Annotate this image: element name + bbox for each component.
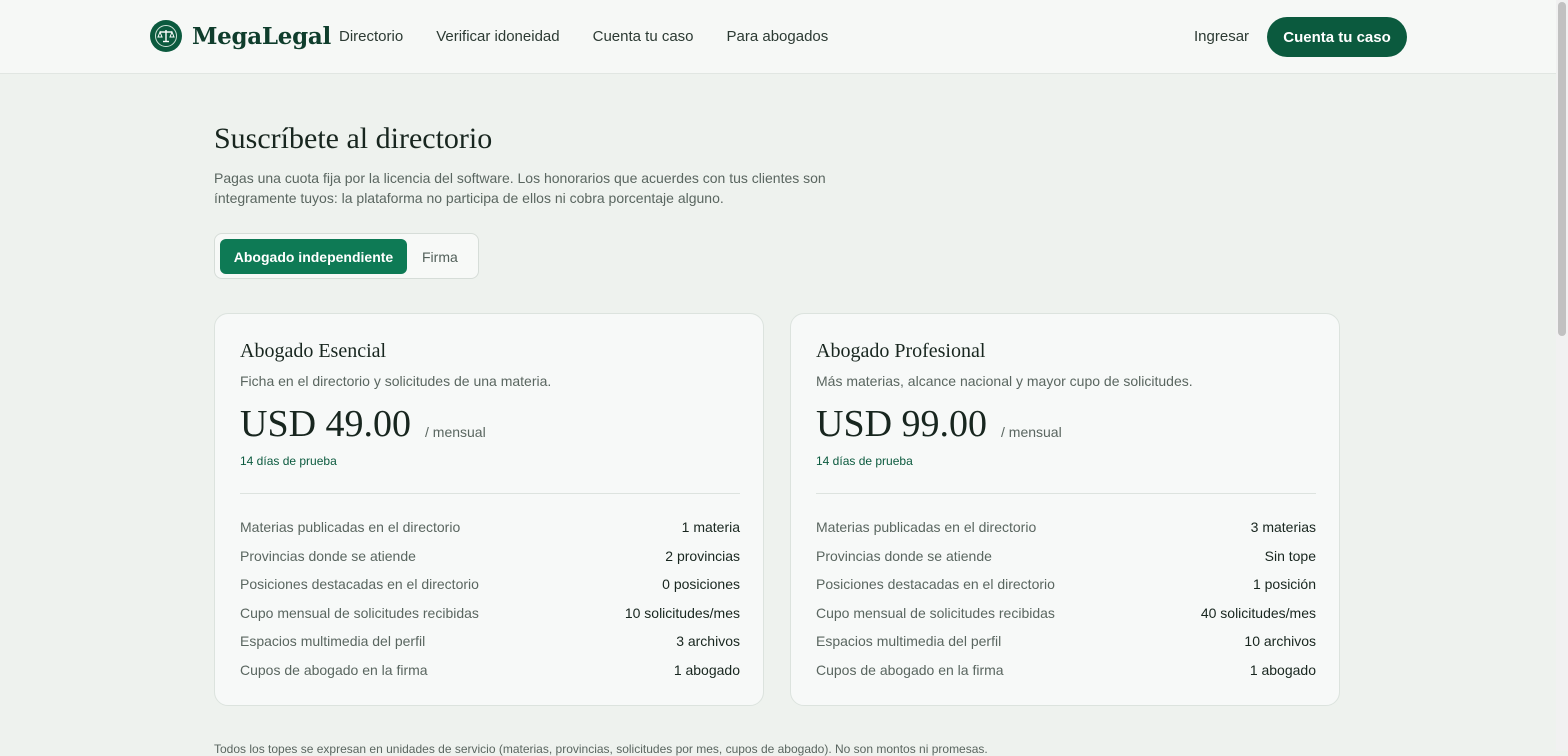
scrollbar[interactable] [1556,0,1568,751]
feature-value: 1 posición [1252,576,1316,593]
feature-label: Posiciones destacadas en el directorio [816,576,1055,593]
feature-label: Materias publicadas en el directorio [240,519,461,535]
plan-period: / mensual [425,424,486,440]
plan-name: Abogado Esencial [240,340,387,362]
feature-label: Provincias donde se atiende [240,547,416,564]
feature-value: 1 abogado [673,661,740,678]
divider [240,493,740,494]
feature-label: Cupos de abogado en la firma [816,661,1004,678]
feature-row: Posiciones destacadas en el directorio 0… [240,576,740,605]
feature-label: Cupo mensual de solicitudes recibidas [816,604,1055,621]
feature-value: 3 archivos [676,633,740,650]
feature-label: Espacios multimedia del perfil [240,633,426,650]
feature-value: 1 abogado [1249,661,1316,678]
scales-of-justice-icon [150,20,182,52]
feature-value: Sin tope [1264,547,1316,564]
plan-price: USD 49.00 [240,403,412,445]
nav-cuenta-tu-caso[interactable]: Cuenta tu caso [593,28,694,45]
feature-row: Materias publicadas en el directorio 3 m… [816,519,1316,548]
feature-row: Posiciones destacadas en el directorio 1… [816,576,1316,605]
plan-trial: 14 días de prueba [240,454,337,468]
plan-description: Más materias, alcance nacional y mayor c… [816,373,1193,389]
plan-price: USD 99.00 [816,403,988,445]
feature-label: Posiciones destacadas en el directorio [240,576,479,593]
toggle-independiente[interactable]: Abogado independiente [220,239,407,274]
feature-row: Cupo mensual de solicitudes recibidas 40… [816,605,1316,634]
feature-value: 3 materias [1250,519,1316,535]
feature-row: Cupos de abogado en la firma 1 abogado [816,662,1316,691]
nav-para-abogados[interactable]: Para abogados [727,28,829,45]
footnote: Todos los topes se expresan en unidades … [214,742,988,756]
main-nav: Directorio Verificar idoneidad Cuenta tu… [339,28,861,45]
toggle-firma[interactable]: Firma [422,239,458,274]
plan-card-profesional: Abogado Profesional Más materias, alcanc… [790,313,1340,706]
feature-value: 1 materia [681,519,740,535]
feature-row: Cupos de abogado en la firma 1 abogado [240,662,740,691]
nav-directorio[interactable]: Directorio [339,28,403,45]
feature-value: 40 solicitudes/mes [1200,604,1316,621]
plan-name: Abogado Profesional [816,340,986,362]
feature-row: Materias publicadas en el directorio 1 m… [240,519,740,548]
feature-row: Provincias donde se atiende 2 provincias [240,548,740,577]
plan-card-esencial: Abogado Esencial Ficha en el directorio … [214,313,764,706]
brand-logo[interactable]: MegaLegal [150,20,331,52]
feature-value: 10 solicitudes/mes [624,604,740,621]
plan-features: Materias publicadas en el directorio 1 m… [240,519,740,691]
scrollbar-thumb[interactable] [1558,2,1566,336]
feature-row: Cupo mensual de solicitudes recibidas 10… [240,605,740,634]
feature-label: Materias publicadas en el directorio [816,519,1037,535]
feature-label: Espacios multimedia del perfil [816,633,1002,650]
feature-value: 0 posiciones [662,576,740,593]
feature-label: Cupo mensual de solicitudes recibidas [240,604,479,621]
brand-name: MegaLegal [192,22,331,50]
feature-row: Espacios multimedia del perfil 10 archiv… [816,633,1316,662]
plan-description: Ficha en el directorio y solicitudes de … [240,373,552,389]
plan-type-toggle: Abogado independiente Firma [214,233,479,279]
feature-row: Provincias donde se atiende Sin tope [816,548,1316,577]
feature-label: Cupos de abogado en la firma [240,661,428,678]
plan-features: Materias publicadas en el directorio 3 m… [816,519,1316,691]
plan-period: / mensual [1001,424,1062,440]
cta-button[interactable]: Cuenta tu caso [1267,17,1407,57]
nav-verificar-idoneidad[interactable]: Verificar idoneidad [436,28,559,45]
feature-value: 2 provincias [665,547,740,564]
feature-row: Espacios multimedia del perfil 3 archivo… [240,633,740,662]
page-title: Suscríbete al directorio [214,122,493,155]
page-lead: Pagas una cuota fija por la licencia del… [214,170,826,206]
top-navbar: MegaLegal Directorio Verificar idoneidad… [0,0,1556,74]
divider [816,493,1316,494]
feature-label: Provincias donde se atiende [816,547,992,564]
login-link[interactable]: Ingresar [1194,28,1249,45]
plan-trial: 14 días de prueba [816,454,913,468]
feature-value: 10 archivos [1244,633,1316,650]
